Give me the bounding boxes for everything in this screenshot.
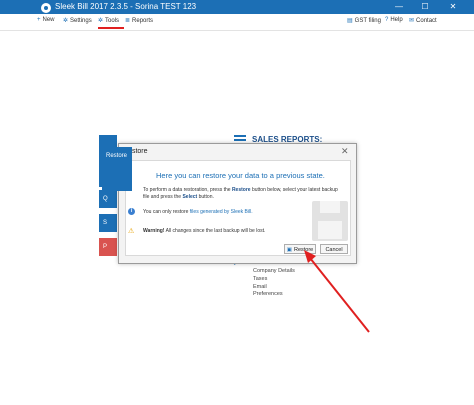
menu-contact-label: Contact [416,17,437,24]
dialog-panel: Here you can restore your data to a prev… [125,160,351,256]
dialog-close-icon[interactable]: ✕ [341,146,349,157]
info-text: You can only restore [143,209,190,215]
warning-text: All changes since the last backup will b… [164,228,266,234]
annotation-arrow-line [309,257,370,333]
restore-button-label: Restore [293,247,314,253]
link-company-details[interactable]: Company Details [253,268,295,276]
menu-gst-filing[interactable]: ▤ GST filing [347,17,381,25]
instr-part-3: button. [197,194,214,200]
menu-help-label: Help [390,17,403,23]
contact-icon: ✉ [409,18,415,24]
link-email[interactable]: Email [253,284,295,292]
document-icon: ▤ [347,18,353,24]
dashboard-button-p[interactable]: P [99,238,117,256]
menu-reports-label: Reports [132,17,154,24]
menu-help[interactable]: ? Help [385,17,403,23]
instr-restore-word: Restore [231,187,251,193]
cancel-button[interactable]: Cancel [320,244,348,254]
close-window-button[interactable]: ✕ [442,0,464,14]
app-logo-icon [41,3,51,13]
menu-new-label: New [42,17,55,23]
help-icon: ? [385,17,389,23]
link-taxes[interactable]: Taxes [253,276,295,284]
list-icon: ≣ [125,18,131,24]
menu-reports[interactable]: ≣ Reports [125,17,154,25]
warning-message: Warning! All changes since the last back… [143,228,265,234]
title-bar: Sleek Bill 2017 2.3.5 - Sorina TEST 123 … [0,0,474,14]
floppy-disk-icon [312,201,348,241]
dialog-instructions: To perform a data restoration, press the… [143,187,343,201]
menu-settings[interactable]: ✲ Settings [63,17,92,25]
maximize-button[interactable]: ☐ [414,0,436,14]
dashboard-button-q-label: Q [103,196,108,202]
dashboard-button-s[interactable]: S [99,214,117,232]
dashboard-button-p-label: P [103,244,108,250]
menu-settings-label: Settings [70,17,92,24]
restore-icon: ▣ [286,247,292,253]
minimize-button[interactable]: — [388,0,410,14]
warning-icon: ⚠ [128,228,135,235]
tools-annotation-underline [98,27,124,29]
instr-part-1: To perform a data restoration, press the [143,187,232,193]
info-link[interactable]: files generated by Sleek Bill. [190,209,253,215]
menu-contact[interactable]: ✉ Contact [409,17,437,25]
dashboard-button-q[interactable]: Q [99,190,117,208]
window-title: Sleek Bill 2017 2.3.5 - Sorina TEST 123 [55,2,197,11]
menu-tools-label: Tools [105,17,120,24]
restore-tile: Restore [102,147,132,191]
gear-icon: ✲ [63,18,69,24]
wrench-icon: ✲ [98,18,104,24]
warning-bold: Warning! [143,228,165,234]
menu-bar: + New ✲ Settings ✲ Tools ≣ Reports ▤ GST… [0,14,474,31]
settings-links: Company Details Taxes Email Preferences [253,268,295,299]
dialog-heading: Here you can restore your data to a prev… [156,171,325,180]
instr-select-word: Select [182,194,198,200]
info-icon: i [128,208,135,215]
cancel-button-label: Cancel [325,247,343,253]
plus-icon: + [37,17,41,23]
dashboard-button-s-label: S [103,220,108,226]
restore-tile-label: Restore [106,153,128,159]
info-message: You can only restore files generated by … [143,209,253,215]
menu-new[interactable]: + New [37,17,55,23]
link-preferences[interactable]: Preferences [253,291,295,299]
restore-button[interactable]: ▣ Restore [284,244,316,254]
menu-tools[interactable]: ✲ Tools [98,17,120,25]
restore-dialog: Restore ✕ Here you can restore your data… [102,143,357,264]
menu-gst-filing-label: GST filing [354,17,381,24]
